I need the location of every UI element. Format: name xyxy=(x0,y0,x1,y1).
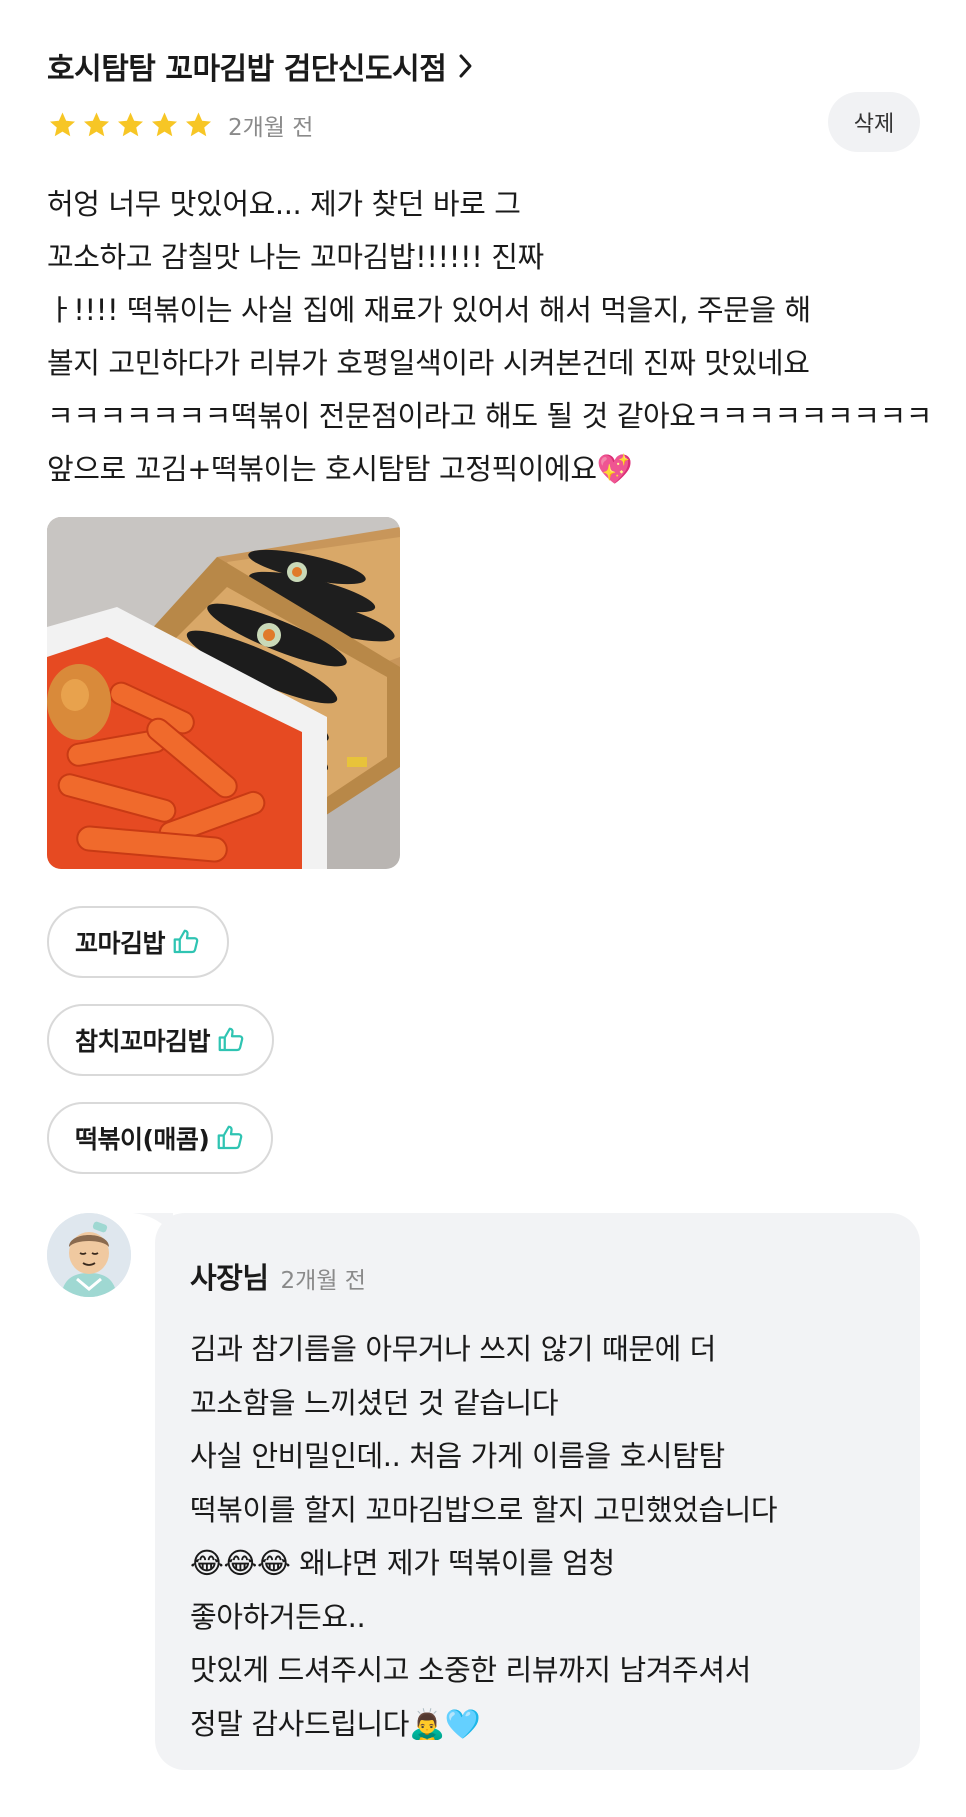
menu-tag-chip[interactable]: 떡볶이(매콤) xyxy=(47,1102,274,1174)
store-name: 호시탐탐 꼬마김밥 검단신도시점 xyxy=(47,52,447,87)
thumbs-up-icon xyxy=(215,1123,245,1153)
owner-reply: 사장님 2개월 전 김과 참기름을 아무거나 쓰지 않기 때문에 더 꼬소함을 … xyxy=(155,1213,920,1770)
star-icon xyxy=(84,112,109,137)
reply-line: 맛있게 드셔주시고 소중한 리뷰까지 남겨주셔서 xyxy=(190,1653,751,1687)
review-line: ㅏ!!!! 떡볶이는 사실 집에 재료가 있어서 해서 먹을지, 주문을 해 xyxy=(47,293,811,327)
reply-line: 꼬소함을 느끼셨던 것 같습니다 xyxy=(190,1385,559,1420)
reply-line: 떡볶이를 할지 꼬마김밥으로 할지 고민했었습니다 xyxy=(190,1492,778,1527)
menu-tag-chip[interactable]: 꼬마김밥 xyxy=(47,906,230,978)
review-line: 볼지 고민하다가 리뷰가 호평일색이라 시켜본건데 진짜 맛있네요 xyxy=(47,346,810,380)
review-line: 앞으로 꼬김+떡볶이는 호시탐탐 고정픽이에요💖 xyxy=(47,452,633,486)
review-line: ㅋㅋㅋㅋㅋㅋㅋ떡볶이 전문점이라고 해도 될 것 같아요ㅋㅋㅋㅋㅋㅋㅋㅋㅋ xyxy=(47,399,933,433)
chevron-right-icon xyxy=(456,51,476,81)
star-icon xyxy=(152,112,177,137)
owner-avatar xyxy=(47,1213,131,1297)
delete-button[interactable]: 삭제 xyxy=(828,92,920,152)
review-text: 허엉 너무 맛있어요... 제가 찾던 바로 그 꼬소하고 감칠맛 나는 꼬마김… xyxy=(47,178,933,496)
review-photo[interactable] xyxy=(47,517,400,869)
reply-line: 사실 안비밀인데.. 처음 가게 이름을 호시탐탐 xyxy=(190,1439,725,1473)
reply-line: 좋아하거든요.. xyxy=(190,1599,366,1634)
menu-tag-chip[interactable]: 참치꼬마김밥 xyxy=(47,1004,275,1076)
reply-header: 사장님 2개월 전 xyxy=(190,1255,366,1297)
menu-tag-label: 참치꼬마김밥 xyxy=(75,1027,211,1056)
thumbs-up-icon xyxy=(171,927,201,957)
menu-tag-label: 떡볶이(매콤) xyxy=(75,1125,210,1154)
reply-line: 정말 감사드립니다🙇‍♂️🩵 xyxy=(190,1706,481,1741)
review-time: 2개월 전 xyxy=(228,115,314,141)
review-line: 허엉 너무 맛있어요... 제가 찾던 바로 그 xyxy=(47,187,521,221)
store-name-link[interactable]: 호시탐탐 꼬마김밥 검단신도시점 xyxy=(47,44,476,88)
star-icon xyxy=(186,112,211,137)
rating-row: 2개월 전 xyxy=(47,108,313,142)
reply-text: 김과 참기름을 아무거나 쓰지 않기 때문에 더 꼬소함을 느끼셨던 것 같습니… xyxy=(190,1323,778,1751)
reply-author: 사장님 xyxy=(190,1261,269,1295)
reply-time: 2개월 전 xyxy=(280,1268,366,1294)
menu-tag-label: 꼬마김밥 xyxy=(75,929,166,958)
reply-line: 😂😂😂 왜냐면 제가 떡볶이를 엄청 xyxy=(190,1546,615,1580)
thumbs-up-icon xyxy=(216,1025,246,1055)
reply-line: 김과 참기름을 아무거나 쓰지 않기 때문에 더 xyxy=(190,1332,716,1366)
star-icon xyxy=(50,112,75,137)
star-rating xyxy=(47,110,214,140)
review-line: 꼬소하고 감칠맛 나는 꼬마김밥!!!!!! 진짜 xyxy=(47,240,544,274)
star-icon xyxy=(118,112,143,137)
